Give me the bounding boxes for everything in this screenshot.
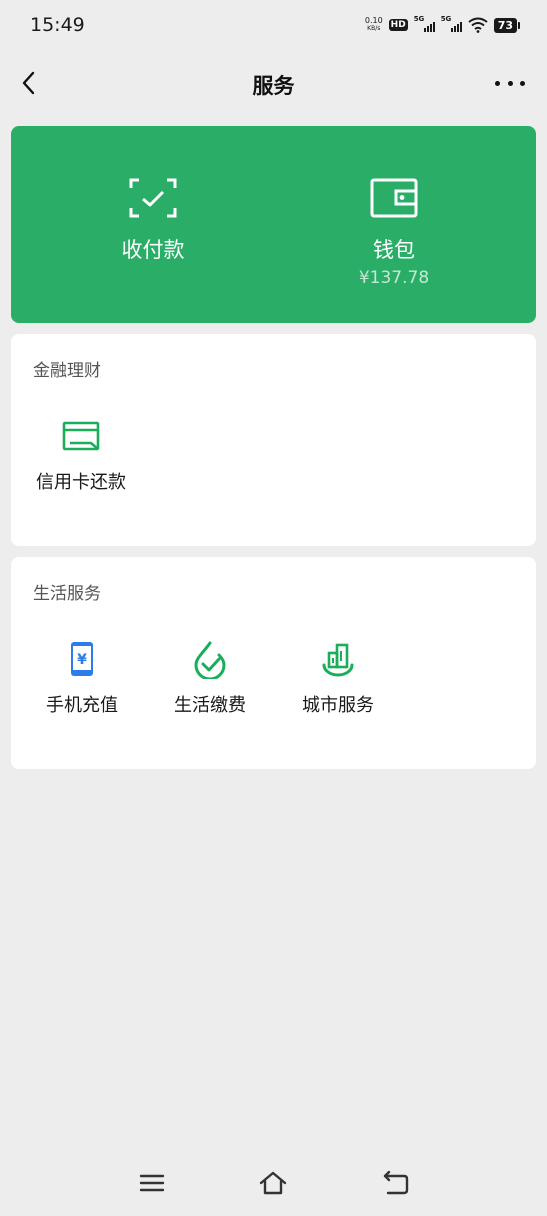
- page-title: 服务: [252, 74, 295, 98]
- city-service-icon: [322, 643, 354, 677]
- scan-check-icon: [129, 178, 177, 218]
- signal-sim2-icon: 5G: [441, 15, 462, 32]
- mobile-topup-button[interactable]: ¥ 手机充值: [27, 639, 137, 717]
- mobile-topup-label: 手机充值: [46, 695, 118, 716]
- menu-icon[interactable]: [137, 1168, 167, 1198]
- wallet-balance: ¥137.78: [358, 268, 430, 288]
- nav-bar: 服务: [0, 58, 547, 108]
- signal-sim1-icon: 5G: [414, 15, 435, 32]
- pay-receive-button[interactable]: 收付款: [53, 176, 253, 264]
- credit-card-repay-label: 信用卡还款: [36, 472, 126, 493]
- utility-payment-label: 生活缴费: [174, 695, 246, 716]
- utility-payment-icon: [194, 641, 226, 679]
- back-arrow-icon[interactable]: [380, 1168, 410, 1198]
- status-icons: 0.10 KB/s HD 5G 5G 73: [364, 15, 521, 33]
- battery-icon: 73: [493, 17, 521, 33]
- status-bar: 15:49 0.10 KB/s HD 5G 5G 73: [0, 0, 547, 50]
- wifi-icon: [468, 17, 488, 33]
- city-service-label: 城市服务: [302, 695, 374, 716]
- mobile-topup-icon: ¥: [71, 642, 93, 676]
- life-services-section: 生活服务 ¥ 手机充值 生活缴费 城市服务: [11, 557, 536, 769]
- utility-payment-button[interactable]: 生活缴费: [155, 639, 265, 717]
- wallet-icon: [370, 178, 418, 218]
- wallet-button[interactable]: 钱包 ¥137.78: [294, 176, 494, 288]
- home-icon[interactable]: [258, 1168, 288, 1198]
- status-time: 15:49: [30, 14, 85, 36]
- network-speed: 0.10 KB/s: [364, 16, 383, 33]
- section-title: 生活服务: [33, 584, 101, 604]
- system-nav-bar: [0, 1160, 547, 1210]
- pay-receive-label: 收付款: [121, 238, 185, 262]
- hd-icon: HD: [388, 19, 408, 31]
- pay-wallet-card: 收付款 钱包 ¥137.78: [11, 126, 536, 323]
- section-title: 金融理财: [33, 361, 101, 381]
- city-service-button[interactable]: 城市服务: [283, 639, 393, 717]
- finance-section: 金融理财 信用卡还款: [11, 334, 536, 546]
- svg-text:¥: ¥: [77, 652, 87, 668]
- credit-card-repay-button[interactable]: 信用卡还款: [26, 416, 136, 494]
- credit-card-icon: [62, 421, 100, 451]
- wallet-label: 钱包: [373, 238, 415, 262]
- more-dots-icon[interactable]: [495, 70, 525, 96]
